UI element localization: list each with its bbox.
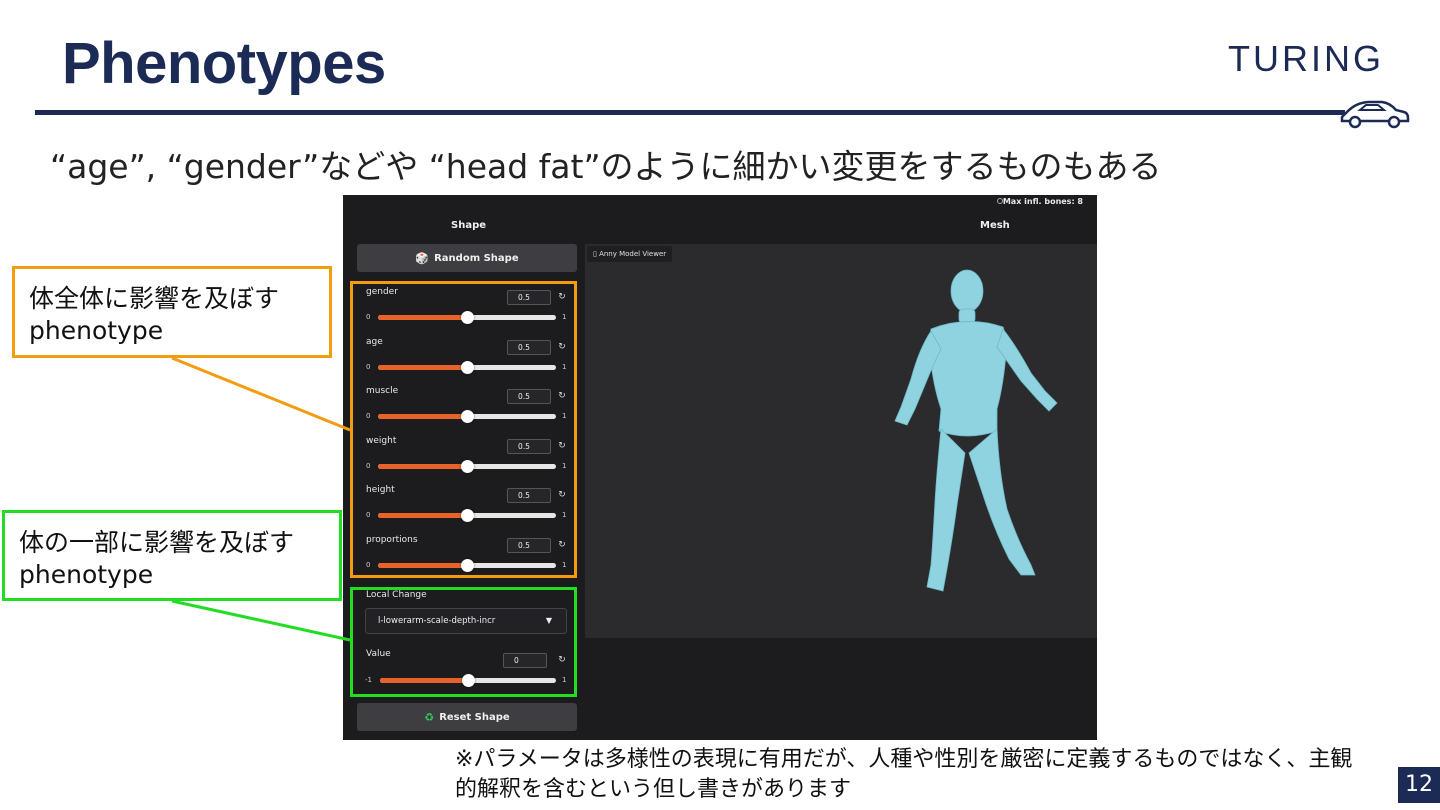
slide-subtitle: “age”, “gender”などや “head fat”のように細かい変更をす… (50, 147, 1162, 186)
local-callout-line2: phenotype (19, 560, 154, 589)
mesh-panel-title: Mesh (980, 220, 1010, 231)
recycle-icon: ♻ (424, 710, 435, 724)
local-callout-line1: 体の一部に影響を及ぼす (19, 528, 295, 557)
global-phenotype-highlight (350, 281, 577, 578)
random-shape-label: Random Shape (434, 252, 519, 264)
car-icon (1340, 100, 1410, 129)
viewer-tab-label: Anny Model Viewer (599, 250, 667, 258)
global-callout-line1: 体全体に影響を及ぼす (29, 284, 280, 313)
slide-title: Phenotypes (62, 31, 386, 96)
mesh-viewer[interactable]: ▯ Anny Model Viewer (585, 244, 1097, 638)
global-phenotype-callout: 体全体に影響を及ぼす phenotype (12, 266, 332, 358)
title-divider (35, 110, 1345, 115)
reset-shape-button[interactable]: ♻ Reset Shape (357, 703, 577, 731)
turing-logo: TURING (1228, 38, 1384, 79)
human-mesh-figure (894, 269, 1058, 592)
reset-shape-label: Reset Shape (439, 711, 510, 723)
disclaimer-note: ※パラメータは多様性の表現に有用だが、人種や性別を厳密に定義するものではなく、主… (455, 747, 1353, 802)
viewer-tab[interactable]: ▯ Anny Model Viewer (587, 246, 673, 262)
page-number: 12 (1398, 767, 1440, 803)
global-callout-line2: phenotype (29, 316, 164, 345)
local-phenotype-highlight (350, 587, 577, 697)
local-phenotype-callout: 体の一部に影響を及ぼす phenotype (2, 510, 342, 601)
dice-icon: 🎲 (415, 251, 430, 265)
shape-panel-title: Shape (451, 220, 487, 231)
random-shape-button[interactable]: 🎲 Random Shape (357, 244, 577, 272)
max-bones-info: Max infl. bones: 8 (1002, 197, 1083, 206)
